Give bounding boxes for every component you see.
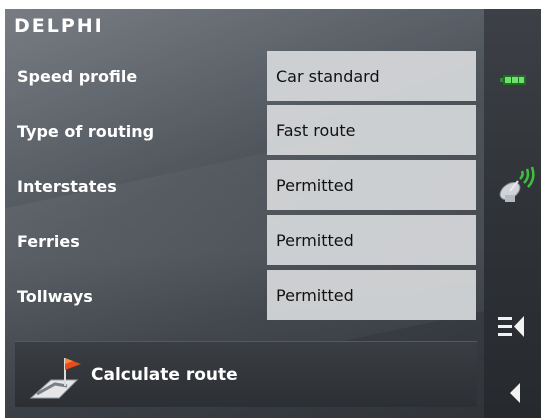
device-screen: DELPHI Speed profile Car standard Type o… [5, 9, 541, 418]
calculate-route-label: Calculate route [91, 364, 238, 385]
tollways-value[interactable]: Permitted [267, 270, 476, 320]
menu-back-icon[interactable] [498, 314, 526, 340]
gps-satellite-icon[interactable] [496, 165, 536, 205]
speed-profile-label: Speed profile [17, 67, 138, 86]
routing-type-label: Type of routing [17, 122, 155, 141]
route-flag-icon [29, 357, 81, 398]
routing-type-value[interactable]: Fast route [267, 105, 476, 155]
back-arrow-icon[interactable] [508, 383, 522, 403]
tollways-label: Tollways [17, 287, 93, 306]
ferries-value[interactable]: Permitted [267, 215, 476, 265]
interstates-value[interactable]: Permitted [267, 160, 476, 210]
right-sidebar [484, 9, 541, 418]
brand-logo: DELPHI [14, 15, 104, 37]
interstates-label: Interstates [17, 177, 117, 196]
battery-icon [500, 75, 526, 85]
ferries-label: Ferries [17, 232, 80, 251]
calculate-route-button[interactable]: Calculate route [15, 341, 477, 407]
speed-profile-value[interactable]: Car standard [267, 51, 476, 101]
